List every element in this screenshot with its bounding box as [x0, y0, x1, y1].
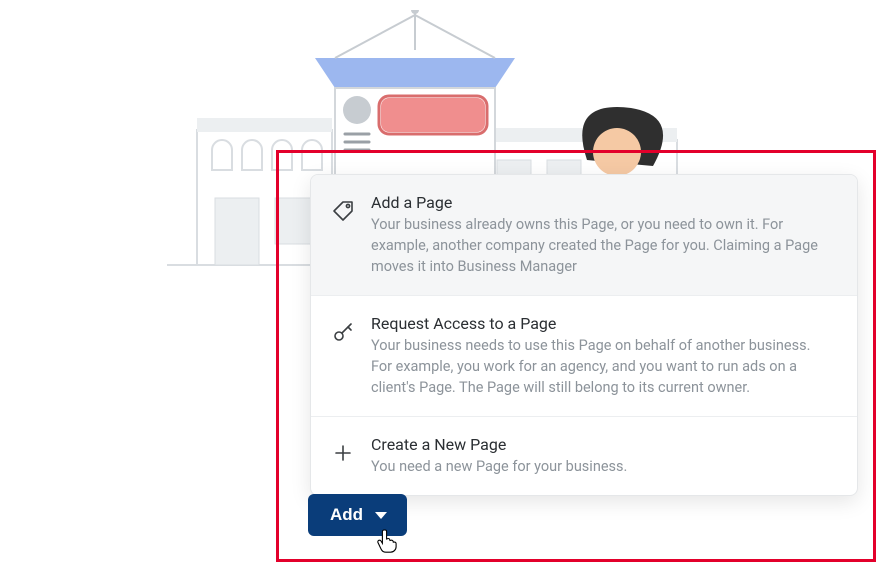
- dropdown-item-add-page[interactable]: Add a Page Your business already owns th…: [311, 175, 857, 295]
- dropdown-item-title: Create a New Page: [371, 435, 835, 454]
- dropdown-item-request-access[interactable]: Request Access to a Page Your business n…: [311, 295, 857, 416]
- plus-icon: [331, 441, 355, 465]
- caret-down-icon: [375, 512, 387, 519]
- dropdown-item-title: Add a Page: [371, 193, 835, 212]
- dropdown-item-desc: You need a new Page for your business.: [371, 456, 835, 477]
- key-icon: [331, 320, 355, 344]
- dropdown-item-desc: Your business already owns this Page, or…: [371, 214, 835, 277]
- dropdown-item-desc: Your business needs to use this Page on …: [371, 335, 835, 398]
- add-page-dropdown: Add a Page Your business already owns th…: [310, 174, 858, 496]
- add-button[interactable]: Add: [308, 494, 407, 536]
- tag-icon: [331, 199, 355, 223]
- add-button-label: Add: [330, 505, 363, 525]
- dropdown-item-create-page[interactable]: Create a New Page You need a new Page fo…: [311, 416, 857, 495]
- dropdown-item-title: Request Access to a Page: [371, 314, 835, 333]
